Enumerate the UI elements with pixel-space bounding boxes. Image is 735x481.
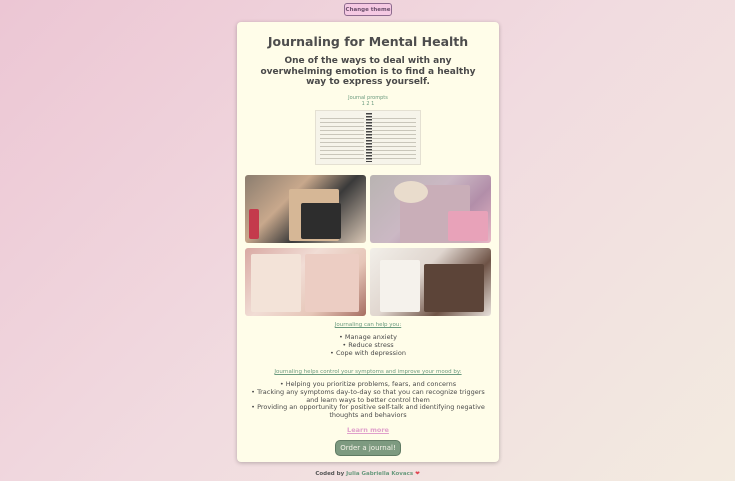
mood-list: Helping you prioritize problems, fears, … xyxy=(247,380,489,420)
learn-more-link[interactable]: Learn more xyxy=(237,426,499,434)
black-journal-shape xyxy=(301,203,341,239)
page-title: Journaling for Mental Health xyxy=(267,34,469,49)
mood-heading: Journaling helps control your symptoms a… xyxy=(274,369,462,375)
lip-gloss-shape xyxy=(249,209,259,239)
journal-page-shape xyxy=(380,260,420,312)
photo-collage-shape xyxy=(424,264,484,312)
journal-photo-3 xyxy=(245,248,366,316)
floral-cover-shape xyxy=(448,211,488,241)
list-item: Providing an opportunity for positive se… xyxy=(247,404,489,420)
coffee-cup-shape xyxy=(394,181,428,203)
journal-prompts-label: Journal prompts 1 2 1 xyxy=(237,95,499,107)
order-journal-button[interactable]: Order a journal! xyxy=(335,440,401,456)
content-card: Journaling for Mental Health One of the … xyxy=(237,22,499,462)
change-theme-button[interactable]: Change theme xyxy=(344,3,392,16)
help-list: Manage anxiety Reduce stress Cope with d… xyxy=(237,333,499,358)
journal-photo-4 xyxy=(370,248,491,316)
journal-photo-2 xyxy=(370,175,491,243)
heart-icon: ❤ xyxy=(415,471,420,477)
notebook-right-page xyxy=(372,115,416,160)
page-subtitle: One of the ways to deal with any overwhe… xyxy=(260,56,476,87)
journal-prompts-sublabel: 1 2 1 xyxy=(361,101,375,107)
footer-author: Julia Gabriella Kovacs xyxy=(346,471,414,477)
right-page-shape xyxy=(305,254,359,312)
list-item: Cope with depression xyxy=(237,349,499,358)
list-item: Tracking any symptoms day-to-day so that… xyxy=(247,388,489,405)
left-page-shape xyxy=(251,254,301,312)
footer-credit: Coded by Julia Gabriella Kovacs ❤ xyxy=(0,471,735,477)
footer-prefix: Coded by xyxy=(315,471,345,477)
notebook-left-page xyxy=(320,115,364,160)
journal-prompts-image[interactable] xyxy=(315,110,421,165)
journal-photo-1 xyxy=(245,175,366,243)
help-heading: Journaling can help you: xyxy=(334,322,402,328)
